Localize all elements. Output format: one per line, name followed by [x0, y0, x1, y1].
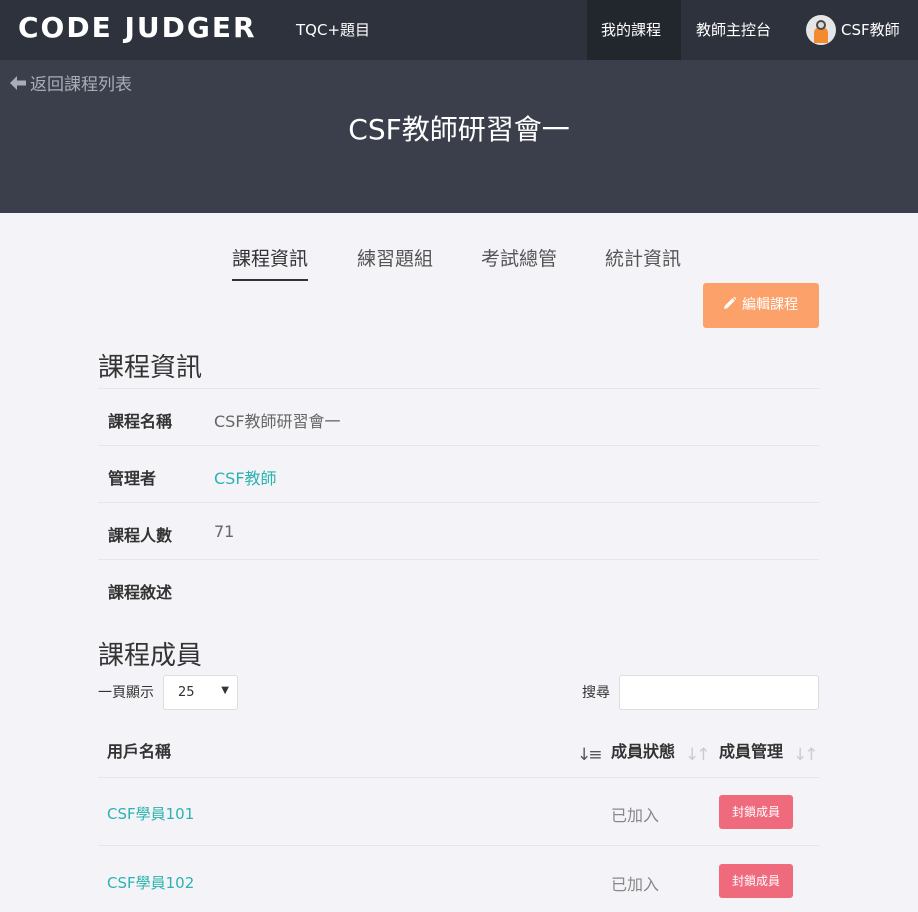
info-value: 71 — [214, 522, 235, 541]
member-status: 已加入 — [611, 806, 660, 825]
info-row-manager: 管理者 CSF教師 — [98, 445, 819, 502]
sort-icon[interactable]: ↓↑ — [685, 745, 710, 765]
member-name-link[interactable]: CSF學員102 — [107, 872, 194, 893]
table-row: CSF學員101 已加入 封鎖成員 — [98, 778, 819, 846]
arrow-left-icon — [10, 75, 26, 95]
tab-exam-management[interactable]: 考試總管 — [481, 244, 557, 279]
column-header-manage[interactable]: 成員管理 — [719, 738, 783, 762]
nav-user-name[interactable]: CSF教師 — [827, 0, 914, 60]
nav-tqc-questions[interactable]: TQC+題目 — [282, 0, 384, 60]
info-value: CSF教師研習會一 — [214, 412, 341, 431]
avatar-head — [816, 20, 826, 30]
sort-desc-icon[interactable]: ↓≡ — [577, 745, 602, 765]
member-name-link[interactable]: CSF學員101 — [107, 803, 194, 824]
per-page-value: 25 — [178, 685, 195, 700]
top-navbar: CODE JUDGER TQC+題目 我的課程 教師主控台 CSF教師 — [0, 0, 918, 60]
info-label: 課程敘述 — [108, 583, 173, 602]
column-header-status[interactable]: 成員狀態 — [611, 738, 675, 762]
manager-link[interactable]: CSF教師 — [214, 465, 277, 489]
edit-course-button[interactable]: 編輯課程 — [703, 283, 819, 328]
info-row-member-count: 課程人數 71 — [98, 502, 819, 559]
info-label: 課程人數 — [108, 526, 173, 545]
column-header-username[interactable]: 用戶名稱 — [107, 738, 171, 762]
course-info-heading: 課程資訊 — [98, 353, 203, 383]
course-title: CSF教師研習會一 — [348, 113, 570, 146]
info-label: 課程名稱 — [108, 412, 173, 431]
edit-course-label: 編輯課程 — [742, 297, 798, 313]
table-row: CSF學員102 已加入 封鎖成員 — [98, 847, 819, 912]
per-page-label: 一頁顯示 — [98, 685, 154, 701]
block-member-button[interactable]: 封鎖成員 — [719, 795, 793, 829]
search-input[interactable] — [619, 675, 819, 710]
info-row-course-name: 課程名稱 CSF教師研習會一 — [98, 388, 819, 445]
nav-teacher-console[interactable]: 教師主控台 — [682, 0, 785, 60]
course-hero: 返回課程列表 CSF教師研習會一 — [0, 60, 918, 213]
tab-practice-sets[interactable]: 練習題組 — [357, 244, 433, 279]
members-heading: 課程成員 — [98, 641, 203, 671]
tab-statistics[interactable]: 統計資訊 — [605, 244, 681, 279]
info-row-description: 課程敘述 — [98, 559, 819, 616]
search-label: 搜尋 — [582, 685, 610, 701]
pencil-icon — [724, 283, 737, 328]
caret-down-icon: ▼ — [221, 685, 229, 696]
member-status: 已加入 — [611, 875, 660, 894]
back-to-course-list-link[interactable]: 返回課程列表 — [10, 70, 132, 95]
back-link-label: 返回課程列表 — [30, 75, 132, 95]
per-page-select[interactable]: 25 ▼ — [163, 675, 238, 710]
block-member-button[interactable]: 封鎖成員 — [719, 864, 793, 898]
sort-icon[interactable]: ↓↑ — [793, 745, 818, 765]
brand-logo[interactable]: CODE JUDGER — [18, 11, 257, 44]
tab-course-info[interactable]: 課程資訊 — [232, 244, 309, 281]
nav-my-courses[interactable]: 我的課程 — [587, 0, 681, 60]
info-label: 管理者 — [108, 469, 157, 488]
